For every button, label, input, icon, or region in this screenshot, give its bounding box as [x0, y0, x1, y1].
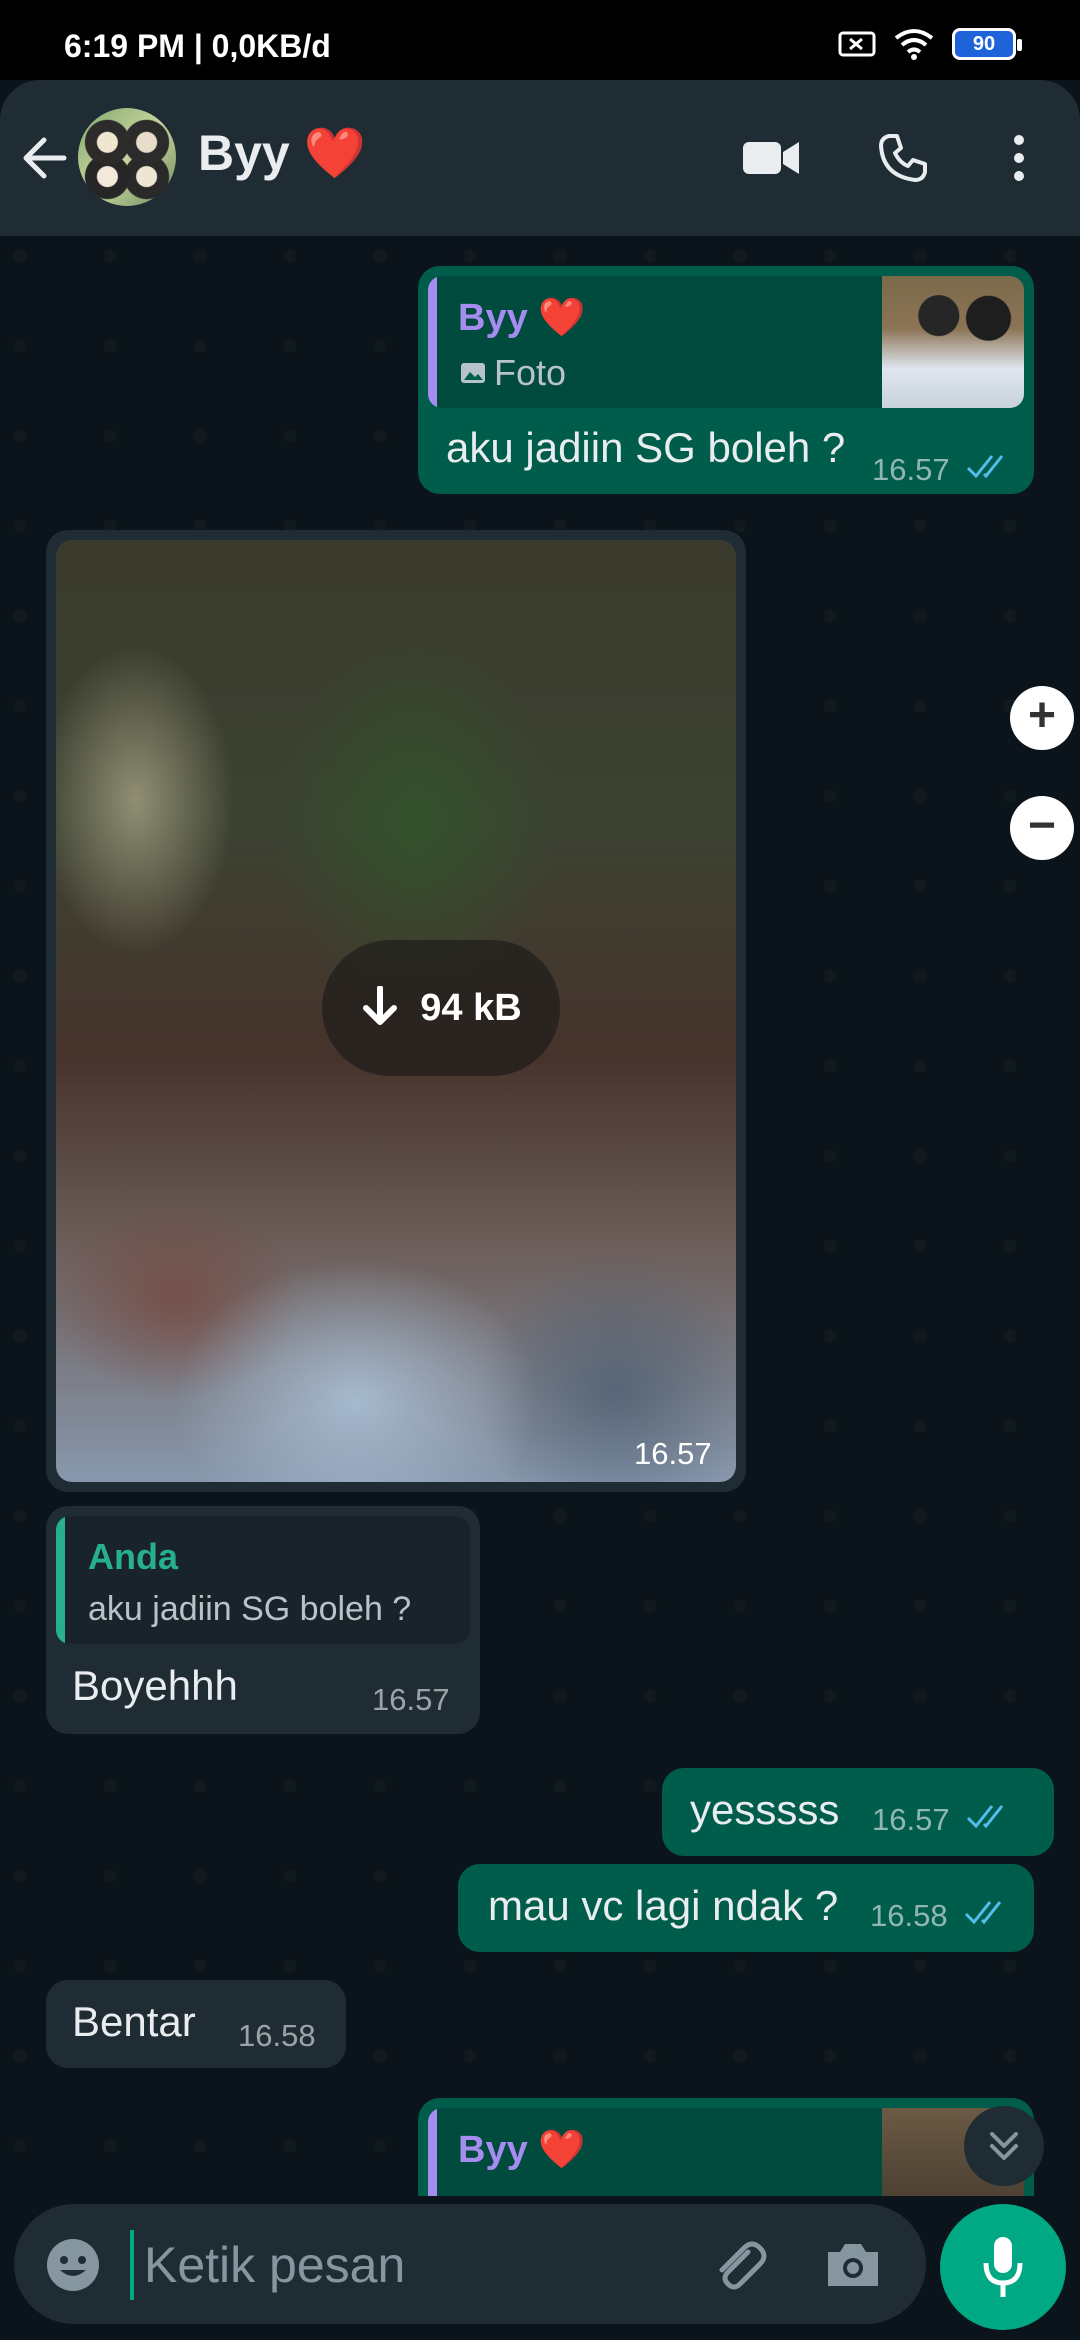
status-time: 6:19 PM | 0,0KB/d	[64, 28, 331, 64]
quote-bar	[428, 276, 437, 408]
message-time: 16.57	[872, 1802, 950, 1837]
message-bubble-outgoing[interactable]: mau vc lagi ndak ? 16.58	[458, 1864, 1034, 1952]
double-chevron-down-icon	[990, 2132, 1018, 2160]
read-ticks-icon	[966, 455, 1004, 479]
chat-header: Byy ❤️	[0, 80, 1080, 236]
voice-message-button[interactable]	[940, 2204, 1066, 2330]
message-bubble-incoming[interactable]: Anda aku jadiin SG boleh ? Boyehhh 16.57	[46, 1506, 480, 1734]
emoji-icon[interactable]	[44, 2236, 102, 2294]
message-bubble-outgoing[interactable]: Byy ❤️	[418, 2098, 1034, 2196]
message-bubble-outgoing[interactable]: Byy ❤️ Foto aku jadiin SG boleh ? 16.57	[418, 266, 1034, 494]
photo-message[interactable]: 94 kB 16.57	[46, 530, 746, 1492]
message-bubble-incoming[interactable]: Bentar 16.58	[46, 1980, 346, 2068]
download-icon	[363, 986, 398, 1025]
contact-name[interactable]: Byy ❤️	[198, 124, 366, 183]
quote-bar	[56, 1516, 65, 1644]
battery-icon: 90	[952, 28, 1022, 60]
zoom-out-button[interactable]: −	[1010, 796, 1074, 860]
message-text: Boyehhh	[72, 1662, 238, 1709]
microphone-icon	[983, 2237, 1023, 2297]
quote-bar	[428, 2108, 437, 2196]
photo-icon	[461, 363, 485, 383]
status-icons: 90	[838, 28, 1022, 60]
zoom-in-button[interactable]: +	[1010, 686, 1074, 750]
quote-text: aku jadiin SG boleh ?	[88, 1590, 412, 1628]
scroll-to-bottom-button[interactable]	[964, 2106, 1044, 2186]
message-composer	[14, 2204, 926, 2324]
wifi-icon	[894, 29, 934, 60]
reply-quote[interactable]: Anda aku jadiin SG boleh ?	[56, 1516, 470, 1644]
attach-paperclip-icon[interactable]	[708, 2234, 770, 2296]
photo-time: 16.57	[634, 1436, 712, 1471]
chat-area[interactable]: Byy ❤️ Foto aku jadiin SG boleh ? 16.57 …	[0, 236, 1080, 2196]
more-options-icon[interactable]	[984, 120, 1054, 196]
read-ticks-icon	[964, 1901, 1002, 1925]
camera-icon[interactable]	[824, 2238, 882, 2290]
message-time: 16.58	[238, 2018, 316, 2053]
reply-quote[interactable]: Byy ❤️ Foto	[428, 276, 1024, 408]
message-time: 16.57	[872, 452, 950, 487]
download-button[interactable]: 94 kB	[322, 940, 560, 1076]
read-ticks-icon	[966, 1805, 1004, 1829]
message-time: 16.58	[870, 1898, 948, 1933]
video-call-icon[interactable]	[736, 120, 806, 196]
message-text: aku jadiin SG boleh ?	[446, 424, 846, 471]
message-text: yesssss	[690, 1786, 840, 1833]
quote-author: Byy ❤️	[458, 2129, 586, 2171]
message-time: 16.57	[372, 1682, 450, 1717]
sim-off-icon	[838, 31, 876, 57]
quote-label: Foto	[494, 352, 567, 393]
quote-thumbnail	[882, 276, 1024, 408]
avatar[interactable]	[78, 108, 176, 206]
message-text: mau vc lagi ndak ?	[488, 1882, 839, 1929]
back-arrow-icon[interactable]	[18, 120, 78, 196]
quote-author: Byy ❤️	[458, 297, 586, 339]
voice-call-icon[interactable]	[868, 120, 938, 196]
status-bar: 6:19 PM | 0,0KB/d 90	[0, 0, 1080, 80]
download-size: 94 kB	[420, 986, 522, 1029]
message-input[interactable]	[130, 2230, 706, 2300]
message-bubble-outgoing[interactable]: yesssss 16.57	[662, 1768, 1054, 1856]
reply-quote[interactable]: Byy ❤️	[428, 2108, 1024, 2196]
quote-author: Anda	[88, 1536, 178, 1577]
message-text: Bentar	[72, 1998, 196, 2045]
